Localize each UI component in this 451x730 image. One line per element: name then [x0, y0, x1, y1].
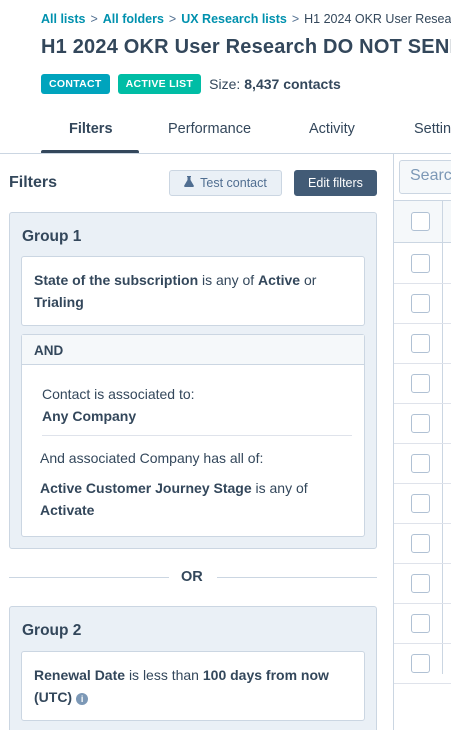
or-separator: OR: [9, 568, 377, 588]
table-row-divider: [394, 523, 451, 524]
tab-activity[interactable]: Activity: [309, 121, 355, 137]
condition-property: Active Customer Journey Stage: [40, 480, 252, 496]
condition-value: 100 days from now: [202, 667, 329, 683]
tab-bar: Filters Performance Activity Settings: [0, 108, 451, 156]
filters-heading: Filters: [9, 174, 58, 191]
breadcrumb-separator: >: [90, 12, 98, 26]
flask-icon: [184, 176, 195, 190]
table-row-divider: [394, 403, 451, 404]
association-filter-card[interactable]: AND Contact is associated to: Any Compan…: [21, 334, 365, 537]
table-row-divider: [394, 603, 451, 604]
row-checkbox[interactable]: [411, 574, 430, 593]
filter-condition-text: State of the subscription is any of Acti…: [34, 269, 356, 313]
associated-condition-text: Active Customer Journey Stage is any of …: [40, 477, 355, 521]
breadcrumb-all-folders[interactable]: All folders: [103, 12, 164, 26]
or-line-left: [9, 577, 169, 578]
tab-filters[interactable]: Filters: [69, 121, 113, 137]
condition-timezone: (UTC): [34, 689, 73, 705]
row-checkbox[interactable]: [411, 494, 430, 513]
breadcrumb-separator: >: [168, 12, 177, 26]
and-label: AND: [34, 343, 64, 358]
condition-operator: is any of: [255, 480, 308, 496]
condition-value: Activate: [40, 502, 95, 518]
breadcrumb: All lists > All folders > UX Research lists >…: [41, 12, 451, 26]
row-checkbox[interactable]: [411, 614, 430, 633]
breadcrumb-all-lists[interactable]: All lists: [41, 12, 85, 26]
condition-joiner: or: [303, 272, 317, 288]
table-row-divider: [394, 643, 451, 644]
search-input[interactable]: [400, 161, 451, 185]
table-row-divider: [394, 283, 451, 284]
table-row-divider: [394, 443, 451, 444]
association-text: Contact is associated to: Any Company: [42, 383, 195, 427]
table-row-divider: [394, 323, 451, 324]
list-meta: CONTACT ACTIVE LIST Size: 8,437 contacts: [41, 74, 341, 94]
filter-condition-text: Renewal Date is less than 100 days from …: [34, 664, 356, 708]
table-row-divider: [394, 563, 451, 564]
condition-value: Trialing: [34, 294, 84, 310]
or-label: OR: [181, 569, 203, 585]
contacts-table: [394, 200, 451, 684]
tabs-divider: [0, 153, 451, 154]
contact-badge: CONTACT: [41, 74, 110, 94]
breadcrumb-ux-research-lists[interactable]: UX Research lists: [181, 12, 287, 26]
select-all-checkbox[interactable]: [411, 212, 430, 231]
condition-value: Active: [258, 272, 301, 288]
associated-all-of-text: And associated Company has all of:: [40, 450, 264, 466]
condition-property: State of the subscription: [34, 272, 199, 288]
and-header: AND: [22, 335, 364, 365]
table-row-divider: [394, 483, 451, 484]
test-contact-label: Test contact: [200, 176, 267, 190]
row-checkbox[interactable]: [411, 534, 430, 553]
row-checkbox[interactable]: [411, 334, 430, 353]
edit-filters-button[interactable]: Edit filters: [294, 170, 377, 196]
size-label: Size:: [209, 76, 241, 92]
condition-property: Renewal Date: [34, 667, 126, 683]
table-row-divider: [394, 683, 451, 684]
group-title: Group 2: [22, 622, 82, 639]
row-checkbox[interactable]: [411, 374, 430, 393]
search-box[interactable]: [399, 160, 451, 194]
page-title: H1 2024 OKR User Research DO NOT SEND: [41, 36, 451, 58]
filter-group-1: Group 1 State of the subscription is any…: [9, 212, 377, 549]
info-icon[interactable]: i: [76, 693, 89, 705]
tab-performance[interactable]: Performance: [168, 121, 251, 137]
row-checkbox[interactable]: [411, 654, 430, 673]
row-checkbox[interactable]: [411, 254, 430, 273]
size-value: 8,437 contacts: [244, 76, 341, 92]
filter-condition-card[interactable]: Renewal Date is less than 100 days from …: [21, 651, 365, 721]
or-line-right: [217, 577, 377, 578]
filter-group-2: Group 2 Renewal Date is less than 100 da…: [9, 606, 377, 730]
table-row-divider: [394, 363, 451, 364]
row-checkbox[interactable]: [411, 294, 430, 313]
inner-divider: [42, 435, 352, 436]
association-description: Contact is associated to:: [42, 386, 195, 402]
tab-settings[interactable]: Settings: [414, 121, 451, 137]
row-checkbox[interactable]: [411, 414, 430, 433]
condition-operator: is less than: [128, 667, 199, 683]
group-title: Group 1: [22, 228, 82, 245]
test-contact-button[interactable]: Test contact: [169, 170, 282, 196]
active-list-badge: ACTIVE LIST: [117, 74, 202, 94]
filter-condition-card[interactable]: State of the subscription is any of Acti…: [21, 256, 365, 326]
row-checkbox[interactable]: [411, 454, 430, 473]
association-value: Any Company: [42, 408, 137, 424]
condition-operator: is any of: [202, 272, 255, 288]
breadcrumb-separator: >: [291, 12, 300, 26]
breadcrumb-current: H1 2024 OKR User Research DO NOT SEND: [304, 12, 451, 26]
